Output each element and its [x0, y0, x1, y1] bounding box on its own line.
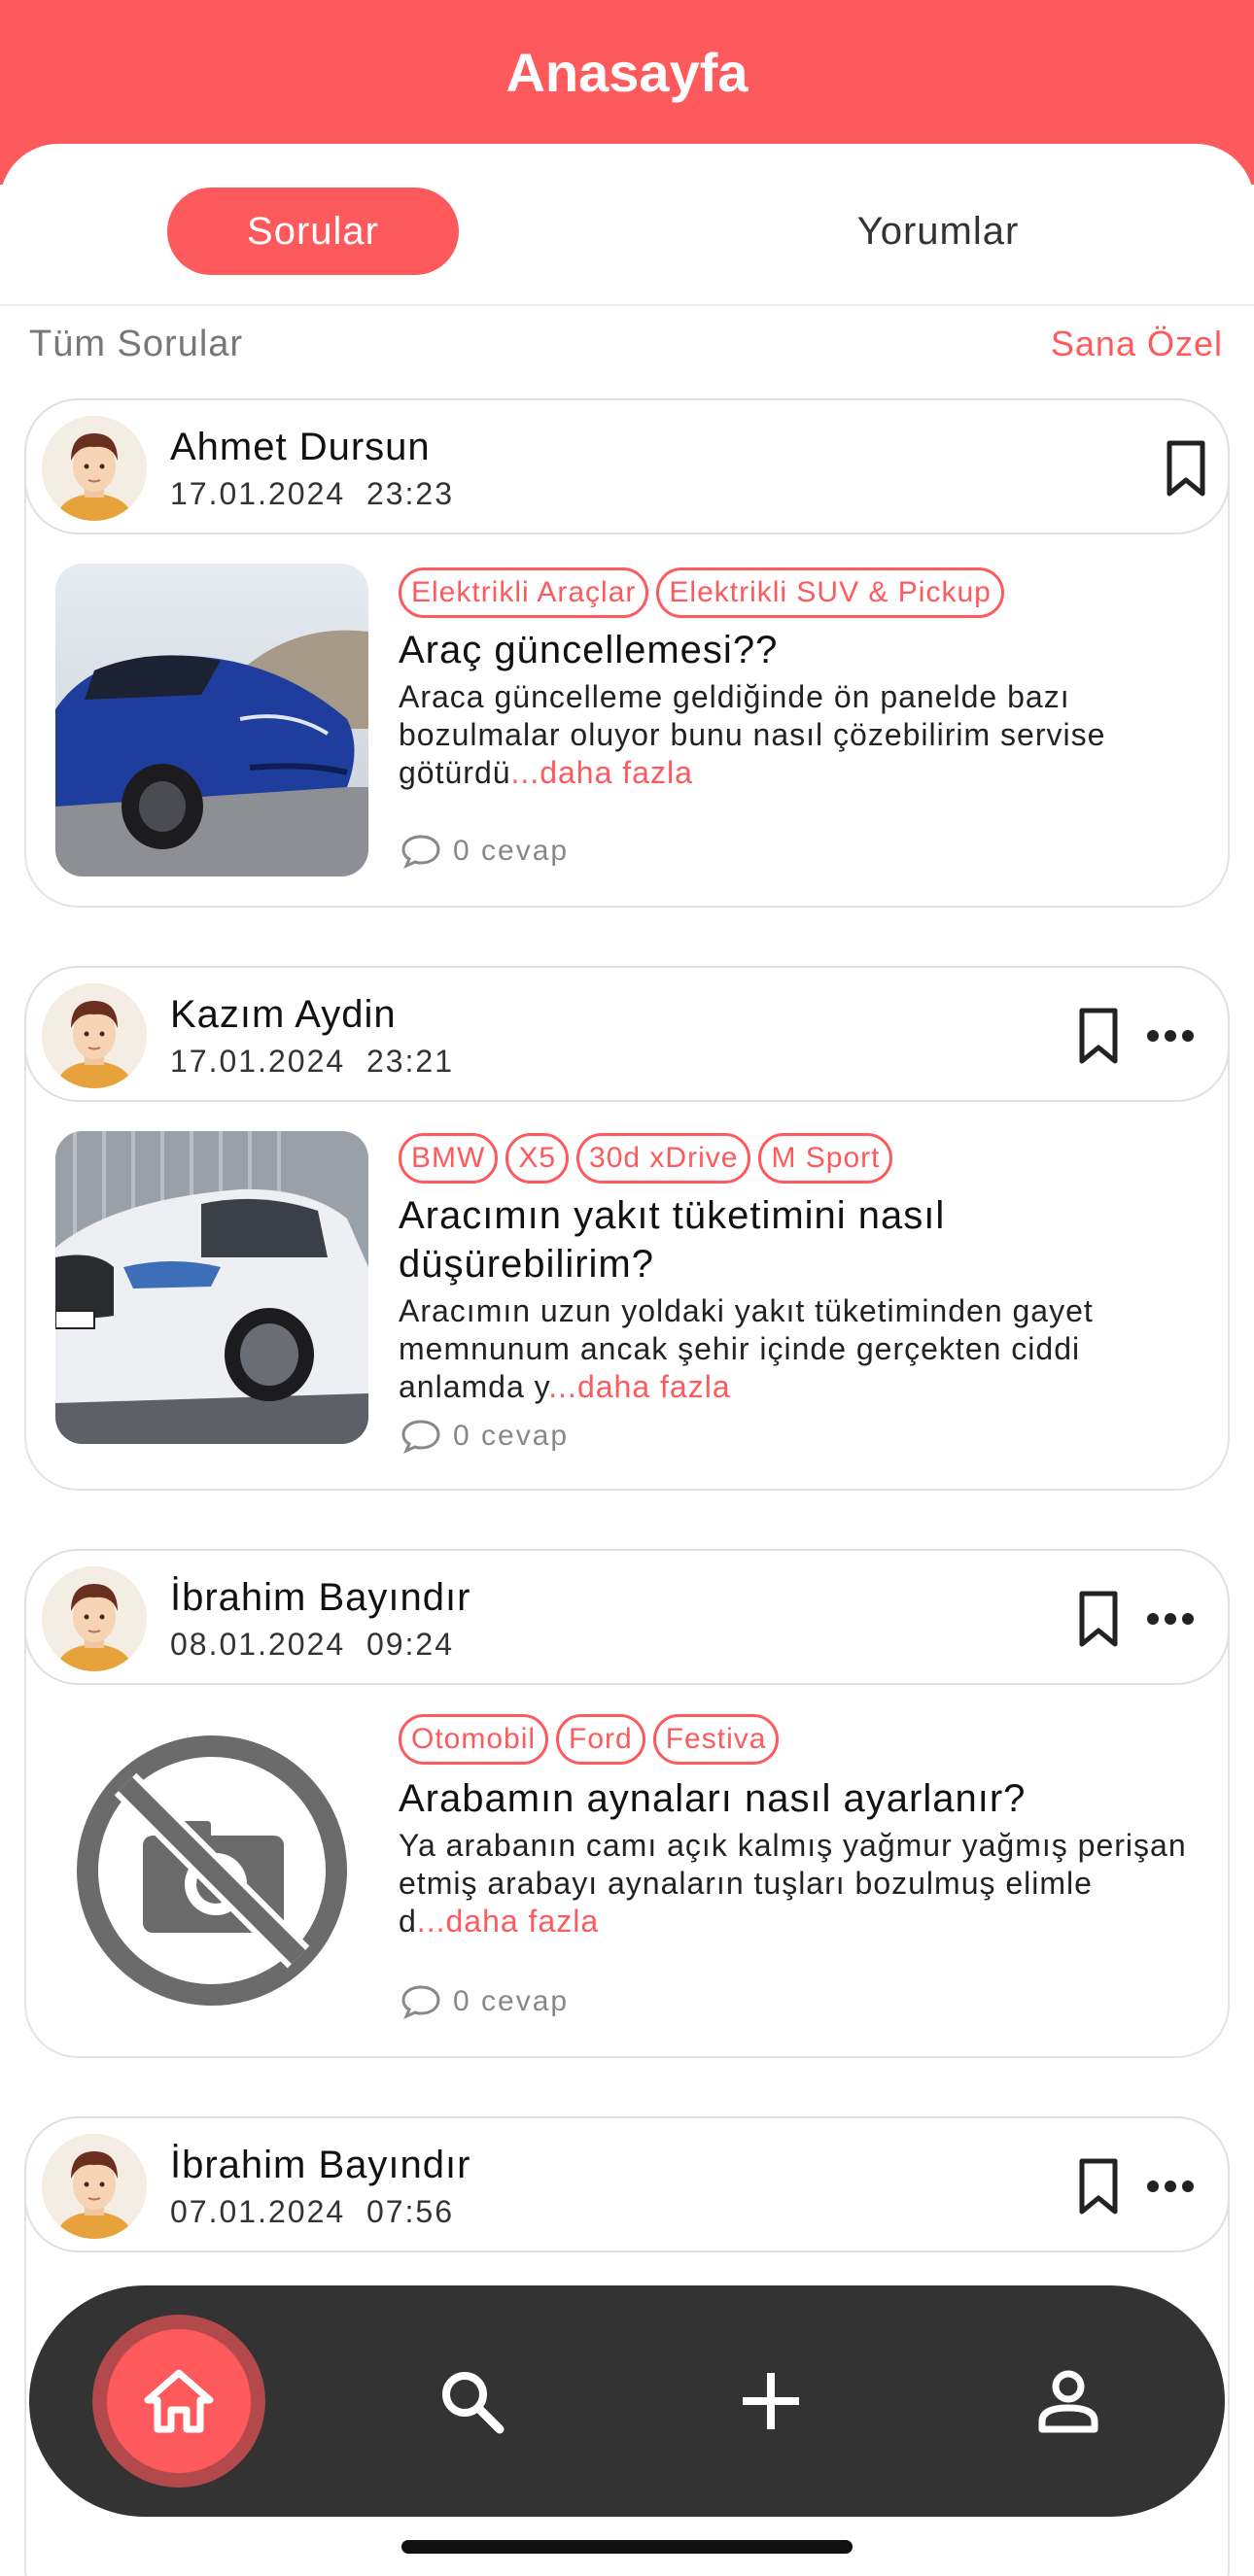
bookmark-icon[interactable]: [1074, 1590, 1123, 1648]
more-options-icon[interactable]: [1144, 1599, 1197, 1638]
question-excerpt: Araca güncelleme geldiğinde ön panelde b…: [399, 679, 1106, 790]
bottom-nav: [29, 2285, 1225, 2517]
filter-all-questions[interactable]: Tüm Sorular: [29, 324, 243, 365]
question-card[interactable]: Ahmet Dursun 17.01.2024 23:23 Elektrikli…: [24, 398, 1230, 908]
tag[interactable]: X5: [505, 1133, 570, 1184]
answer-count-label: 0 cevap: [453, 835, 570, 867]
bookmark-icon[interactable]: [1162, 439, 1210, 498]
tag[interactable]: Festiva: [652, 1714, 780, 1765]
avatar[interactable]: [42, 2134, 147, 2239]
comment-icon: [401, 1985, 440, 2019]
author-name: İbrahim Bayındır: [170, 2144, 471, 2186]
post-date: 17.01.2024 23:21: [170, 1044, 455, 1079]
question-body: Araca güncelleme geldiğinde ön panelde b…: [399, 678, 1205, 792]
card-header: İbrahim Bayındır 08.01.2024 09:24: [24, 1549, 1230, 1685]
page-title: Anasayfa: [505, 42, 749, 103]
question-body: Ya arabanın camı açık kalmış yağmur yağm…: [399, 1827, 1205, 1941]
tag-list: Otomobil Ford Festiva: [399, 1714, 780, 1765]
divider: [0, 304, 1254, 306]
answer-count-label: 0 cevap: [453, 1985, 570, 2017]
tag[interactable]: BMW: [399, 1133, 499, 1184]
tag-list: Elektrikli Araçlar Elektrikli SUV & Pick…: [399, 567, 1004, 618]
plus-icon[interactable]: [737, 2367, 805, 2435]
bookmark-icon[interactable]: [1074, 2157, 1123, 2215]
comment-icon: [401, 1420, 440, 1454]
more-options-icon[interactable]: [1144, 1016, 1197, 1055]
read-more-link[interactable]: ...daha fazla: [417, 1904, 599, 1939]
answer-count[interactable]: 0 cevap: [401, 1984, 569, 2019]
avatar[interactable]: [42, 416, 147, 521]
read-more-link[interactable]: ...daha fazla: [548, 1369, 730, 1404]
search-icon[interactable]: [437, 2367, 505, 2435]
more-options-icon[interactable]: [1144, 2167, 1197, 2206]
card-header: İbrahim Bayındır 07.01.2024 07:56: [24, 2116, 1230, 2252]
tab-sorular[interactable]: Sorular: [167, 188, 459, 275]
home-indicator: [401, 2540, 853, 2554]
question-card[interactable]: Kazım Aydin 17.01.2024 23:21 BMW X5 30d …: [24, 966, 1230, 1491]
answer-count[interactable]: 0 cevap: [401, 834, 569, 869]
tag[interactable]: Ford: [556, 1714, 645, 1765]
filter-for-you[interactable]: Sana Özel: [1051, 324, 1223, 364]
tab-yorumlar[interactable]: Yorumlar: [792, 188, 1084, 275]
post-date: 08.01.2024 09:24: [170, 1627, 455, 1662]
question-title[interactable]: Arabamın aynaları nasıl ayarlanır?: [399, 1774, 1205, 1823]
tag[interactable]: Elektrikli SUV & Pickup: [656, 567, 1004, 618]
tag[interactable]: M Sport: [758, 1133, 893, 1184]
profile-icon[interactable]: [1034, 2367, 1102, 2435]
question-title[interactable]: Aracımın yakıt tüketimini nasıl düşürebi…: [399, 1191, 1205, 1288]
tag[interactable]: 30d xDrive: [576, 1133, 751, 1184]
question-excerpt: Aracımın uzun yoldaki yakıt tüketiminden…: [399, 1293, 1094, 1404]
tag-list: BMW X5 30d xDrive M Sport: [399, 1133, 893, 1184]
card-header: Ahmet Dursun 17.01.2024 23:23: [24, 398, 1230, 534]
avatar[interactable]: [42, 1566, 147, 1671]
comment-icon: [401, 835, 440, 869]
author-name: İbrahim Bayındır: [170, 1576, 471, 1619]
nav-home-button[interactable]: [107, 2329, 251, 2473]
home-icon: [144, 2369, 214, 2433]
read-more-link[interactable]: ...daha fazla: [511, 755, 693, 790]
tag[interactable]: Elektrikli Araçlar: [399, 567, 649, 618]
question-title[interactable]: Araç güncellemesi??: [399, 626, 1205, 674]
post-date: 17.01.2024 23:23: [170, 476, 455, 511]
no-photo-icon: [55, 1714, 368, 2027]
author-name: Kazım Aydin: [170, 993, 397, 1036]
author-name: Ahmet Dursun: [170, 426, 431, 468]
bookmark-icon[interactable]: [1074, 1007, 1123, 1065]
post-image[interactable]: [55, 564, 368, 876]
question-body: Aracımın uzun yoldaki yakıt tüketiminden…: [399, 1292, 1205, 1406]
avatar[interactable]: [42, 983, 147, 1088]
tag[interactable]: Otomobil: [399, 1714, 549, 1765]
answer-count-label: 0 cevap: [453, 1420, 570, 1452]
card-header: Kazım Aydin 17.01.2024 23:21: [24, 966, 1230, 1102]
question-card[interactable]: İbrahim Bayındır 08.01.2024 09:24 Otomob…: [24, 1549, 1230, 2058]
answer-count[interactable]: 0 cevap: [401, 1419, 569, 1454]
post-image[interactable]: [55, 1131, 368, 1444]
post-date: 07.01.2024 07:56: [170, 2194, 455, 2229]
